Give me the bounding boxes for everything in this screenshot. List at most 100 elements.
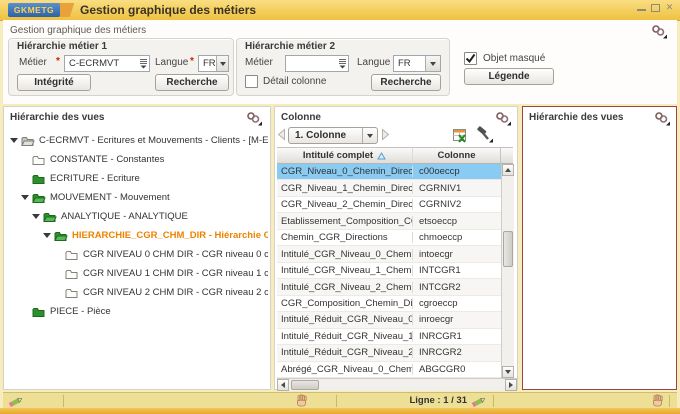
excel-export-icon[interactable] — [453, 128, 468, 148]
recherche2-button[interactable]: Recherche — [371, 74, 441, 91]
table-row[interactable]: CGR_Niveau_2_Chemin_DirectionsCGRNIV2 — [277, 197, 501, 213]
folder-white-icon — [32, 154, 46, 166]
cell-intitule: CGR_Niveau_0_Chemin_Directions — [277, 166, 413, 177]
expand-triangle-icon[interactable] — [43, 233, 51, 238]
langue1-field[interactable]: FR — [198, 55, 229, 72]
tree-item-label: MOUVEMENT - Mouvement — [50, 192, 170, 203]
scroll-down-icon[interactable] — [502, 366, 514, 378]
table-header: Intitulé complet Colonne — [277, 147, 513, 164]
cell-intitule: Intitulé_Réduit_CGR_Niveau_0_Chemi — [277, 314, 413, 325]
cell-intitule: CGR_Composition_Chemin_Directions — [277, 298, 413, 309]
chevron-down-icon[interactable] — [425, 56, 440, 71]
application-window: GKMETG Gestion graphique des métiers ✕ G… — [0, 0, 680, 414]
tree-item-label: ECRITURE - Ecriture — [50, 173, 140, 184]
cell-intitule: Etablissement_Composition_CGR_Chem — [277, 216, 413, 227]
lookup-icon[interactable] — [336, 58, 348, 69]
cell-colonne: intoecgr — [413, 249, 501, 260]
table-row[interactable]: Intitulé_CGR_Niveau_2_Chemin_DirecINTCGR… — [277, 279, 501, 295]
scroll-up-icon[interactable] — [502, 164, 514, 176]
tree-item[interactable]: CGR NIVEAU 0 CHM DIR - CGR niveau 0 chem… — [6, 245, 268, 264]
table-row[interactable]: Chemin_CGR_Directionschmoeccp — [277, 230, 501, 246]
expand-triangle-icon[interactable] — [21, 195, 29, 200]
column-header-intitule[interactable]: Intitulé complet — [277, 147, 413, 164]
tree-item[interactable]: ECRITURE - Ecriture — [6, 169, 268, 188]
column-header-label: Colonne — [438, 150, 476, 161]
metier1-value: C-ECRMVT — [65, 58, 137, 69]
table-row[interactable]: Intitulé_Réduit_CGR_Niveau_0_Chemiinroec… — [277, 312, 501, 328]
langue-label: Langue — [155, 57, 188, 68]
window-bottom-edge — [0, 408, 680, 414]
window-title: Gestion graphique des métiers — [80, 0, 256, 20]
chevron-down-icon[interactable] — [362, 128, 377, 143]
integrite-button[interactable]: Intégrité — [17, 74, 91, 91]
metier2-field[interactable] — [285, 55, 349, 72]
objet-masque-checkbox[interactable] — [464, 52, 477, 65]
views-tree-panel: Hiérarchie des vues C-ECRMVT - Ecritures… — [3, 106, 271, 390]
table-row[interactable]: Intitulé_CGR_Niveau_0_Chemin_Direcintoec… — [277, 246, 501, 262]
cell-colonne: etsoeccp — [413, 216, 501, 227]
table-row[interactable]: CGR_Composition_Chemin_Directionscgroecc… — [277, 296, 501, 312]
tree-item[interactable]: CONSTANTE - Constantes — [6, 150, 268, 169]
hierarchy2-groupbox: Hiérarchie métier 2 Métier Langue FR Dét… — [236, 38, 450, 96]
cell-intitule: Intitulé_CGR_Niveau_2_Chemin_Direc — [277, 282, 413, 293]
spacer — [54, 290, 62, 295]
expand-triangle-icon[interactable] — [32, 214, 40, 219]
horizontal-scrollbar[interactable] — [277, 378, 517, 391]
cell-colonne: cgroeccp — [413, 298, 501, 309]
tree-item-label: CGR NIVEAU 1 CHM DIR - CGR niveau 1 chem… — [83, 268, 268, 279]
link-icon[interactable] — [653, 111, 670, 126]
cell-colonne: CGRNIV1 — [413, 183, 501, 194]
cell-colonne: chmoeccp — [413, 232, 501, 243]
langue2-field[interactable]: FR — [393, 55, 441, 72]
tree-item[interactable]: MOUVEMENT - Mouvement — [6, 188, 268, 207]
tree-item[interactable]: CGR NIVEAU 1 CHM DIR - CGR niveau 1 chem… — [6, 264, 268, 283]
metier-label: Métier — [19, 57, 47, 68]
tree-item[interactable]: ANALYTIQUE - ANALYTIQUE — [6, 207, 268, 226]
scroll-left-icon[interactable] — [277, 379, 289, 391]
table-row[interactable]: Intitulé_Réduit_CGR_Niveau_2_ChemINRCGR2 — [277, 345, 501, 361]
hierarchy1-title: Hiérarchie métier 1 — [17, 41, 107, 52]
tree-item-label: CGR NIVEAU 2 CHM DIR - CGR niveau 2 chem… — [83, 287, 268, 298]
link-icon[interactable] — [245, 111, 262, 126]
minimize-icon[interactable] — [637, 3, 646, 12]
vertical-scrollbar[interactable] — [501, 164, 514, 378]
scroll-corner — [501, 147, 513, 164]
folder-open-green-icon — [43, 211, 57, 223]
maximize-icon[interactable] — [651, 3, 660, 12]
tree-item-label: PIECE - Pièce — [50, 306, 111, 317]
table-row[interactable]: Etablissement_Composition_CGR_Chemetsoec… — [277, 213, 501, 229]
table-row[interactable]: Intitulé_Réduit_CGR_Niveau_1_ChemINRCGR1 — [277, 329, 501, 345]
table-row[interactable]: Intitulé_CGR_Niveau_1_Chemin_DirecINTCGR… — [277, 263, 501, 279]
link-icon[interactable] — [494, 111, 511, 126]
tree-item[interactable]: HIERARCHIE_CGR_CHM_DIR - Hiérarchie CGR … — [6, 226, 268, 245]
objet-masque-label: Objet masqué — [483, 53, 545, 64]
folder-open-green-icon — [32, 192, 46, 204]
tree-item[interactable]: C-ECRMVT - Ecritures et Mouvements - Cli… — [6, 131, 268, 150]
legende-button[interactable]: Légende — [464, 68, 554, 85]
scroll-right-icon[interactable] — [505, 379, 517, 391]
table-row[interactable]: CGR_Niveau_0_Chemin_Directionsc00oeccp — [277, 164, 501, 180]
chevron-down-icon[interactable] — [216, 56, 228, 71]
tree-item[interactable]: CGR NIVEAU 2 CHM DIR - CGR niveau 2 chem… — [6, 283, 268, 302]
lookup-icon[interactable] — [137, 58, 149, 69]
expand-triangle-icon[interactable] — [10, 138, 18, 143]
detail-colonne-checkbox[interactable] — [245, 75, 258, 88]
link-icon[interactable] — [650, 24, 667, 39]
column-selector[interactable]: 1. Colonne — [288, 127, 378, 144]
horizontal-scroll-thumb[interactable] — [291, 380, 319, 390]
metier1-field[interactable]: C-ECRMVT — [64, 55, 150, 72]
column-header-colonne[interactable]: Colonne — [413, 147, 501, 164]
recherche1-button[interactable]: Recherche — [155, 74, 229, 91]
title-bar: GKMETG Gestion graphique des métiers ✕ — [0, 0, 680, 21]
table-row[interactable]: CGR_Niveau_1_Chemin_DirectionsCGRNIV1 — [277, 180, 501, 196]
vertical-scroll-thumb[interactable] — [503, 231, 513, 267]
spacer — [54, 271, 62, 276]
next-column-icon[interactable] — [381, 128, 390, 146]
tools-hammer-icon[interactable] — [475, 126, 493, 148]
table-row[interactable]: Abrégé_CGR_Niveau_0_Chemin_DirecABGCGR0 — [277, 362, 501, 378]
folder-open-green-icon — [54, 230, 68, 242]
cell-colonne: INRCGR1 — [413, 331, 501, 342]
prev-column-icon[interactable] — [277, 128, 286, 146]
tree-item[interactable]: PIECE - Pièce — [6, 302, 268, 321]
close-icon[interactable]: ✕ — [665, 3, 674, 12]
